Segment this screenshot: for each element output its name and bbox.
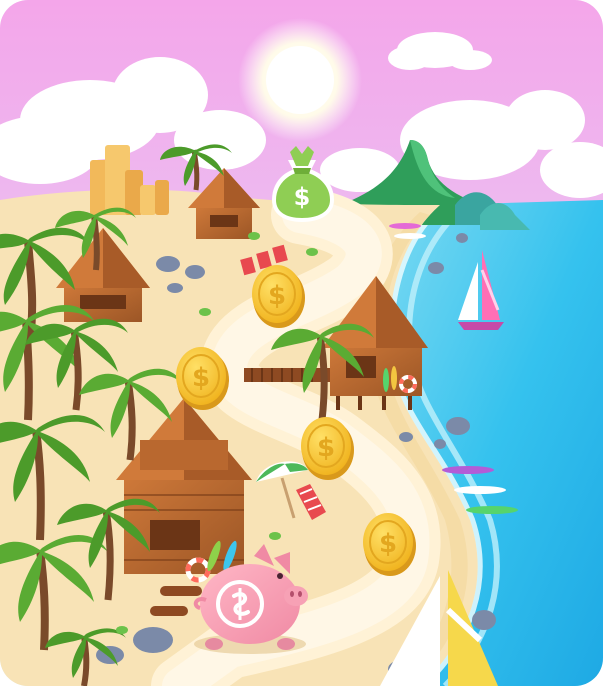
coin-symbol: $	[379, 529, 397, 559]
coin-symbol: $	[268, 281, 286, 311]
coin-symbol: $	[192, 363, 210, 393]
money-bag-symbol: $	[294, 183, 311, 211]
beach-level-map: $ $ $ $ $	[0, 0, 603, 686]
coin-symbol: $	[317, 433, 335, 463]
